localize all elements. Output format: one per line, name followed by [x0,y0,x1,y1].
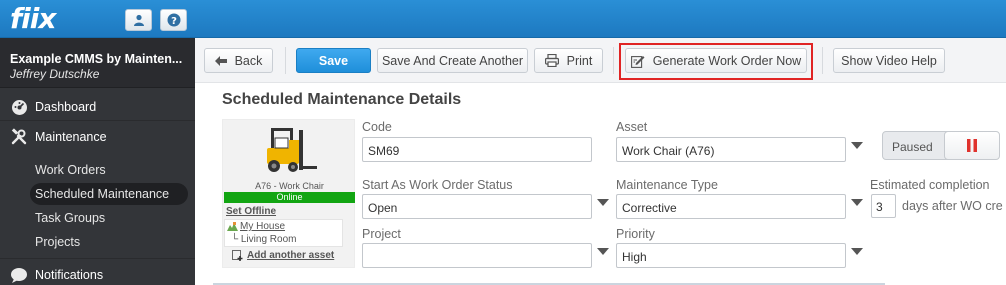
asset-select[interactable]: Work Chair (A76) [616,137,846,162]
pause-button[interactable] [944,131,1000,160]
priority-label: Priority [616,227,655,241]
page-title: Scheduled Maintenance Details [222,91,462,108]
status-select[interactable]: Open [362,194,592,219]
user-name: Jeffrey Dutschke [10,67,100,81]
sidebar-item-label: Notifications [35,268,104,282]
pause-icon [967,139,977,152]
status-label: Start As Work Order Status [362,178,513,192]
chevron-down-icon[interactable] [851,248,863,255]
sidebar: Example CMMS by Mainten... Jeffrey Dutsc… [0,38,195,285]
sublocation-text: Living Room [240,234,297,245]
code-field[interactable]: SM69 [362,137,592,162]
user-icon [133,14,144,26]
svg-text:?: ? [171,16,177,27]
company-name[interactable]: Example CMMS by Mainten... [10,52,190,66]
back-label: Back [234,53,263,68]
main-content: Scheduled Maintenance Details A76 - Work… [205,83,1006,285]
paused-toggle[interactable]: Paused [882,131,1000,160]
forklift-icon [267,128,317,172]
estimated-completion-field[interactable]: 3 [871,194,896,218]
print-label: Print [566,53,593,68]
estimated-completion-suffix: days after WO cre [902,199,1003,213]
fiix-logo[interactable]: fiix [10,2,56,35]
save-and-create-another-button[interactable]: Save And Create Another [377,48,528,73]
save-button[interactable]: Save [296,48,371,73]
add-asset-label: Add another asset [247,249,335,261]
set-offline-link[interactable]: Set Offline [226,206,276,217]
priority-select[interactable]: High [616,243,846,268]
add-another-asset-link[interactable]: Add another asset [232,249,334,261]
toolbar: Back Save Save And Create Another Print … [195,38,1006,83]
sidebar-item-label: Maintenance [35,130,107,144]
location-label: My House [240,221,286,232]
location-box: My House └ Living Room [224,219,343,247]
sidebar-item-label: Dashboard [35,100,97,114]
sidebar-item-scheduled-maintenance[interactable]: Scheduled Maintenance [30,183,188,205]
show-video-help-button[interactable]: Show Video Help [833,48,945,73]
dashboard-icon [10,98,28,116]
help-button[interactable]: ? [160,9,187,31]
project-label: Project [362,227,401,241]
chevron-down-icon[interactable] [597,248,609,255]
sidebar-item-maintenance[interactable]: Maintenance [0,125,195,149]
top-bar: fiix ? [0,0,1006,38]
estimated-completion-label: Estimated completion [870,178,990,192]
code-label: Code [362,120,392,134]
user-button[interactable] [125,9,152,31]
toolbar-divider [285,47,286,74]
paused-label: Paused [892,140,933,154]
asset-card: A76 - Work Chair Online Set Offline My H… [222,119,355,268]
project-select[interactable] [362,243,592,268]
toolbar-divider [613,47,614,74]
back-button[interactable]: Back [204,48,273,73]
toolbar-divider [822,47,823,74]
asset-label: Asset [616,120,648,134]
question-icon: ? [167,13,180,27]
chat-icon [10,266,28,284]
sidebar-item-dashboard[interactable]: Dashboard [0,95,195,119]
tools-icon [10,128,28,146]
sidebar-item-work-orders[interactable]: Work Orders [30,159,188,181]
chevron-down-icon[interactable] [851,199,863,206]
location-icon [227,222,238,231]
add-icon [232,250,243,261]
chevron-down-icon[interactable] [597,199,609,206]
highlight-box [619,43,813,80]
printer-icon [544,54,559,67]
asset-card-name: A76 - Work Chair [255,181,324,191]
sidebar-item-notifications[interactable]: Notifications [0,263,195,285]
maintenance-type-label: Maintenance Type [616,178,718,192]
maintenance-type-select[interactable]: Corrective [616,194,846,219]
status-badge: Online [224,192,355,203]
arrow-left-icon [214,55,227,66]
print-button[interactable]: Print [534,48,603,73]
divider [0,120,195,121]
sidebar-item-projects[interactable]: Projects [30,231,188,253]
location-link[interactable]: My House [227,221,285,232]
sidebar-header: Example CMMS by Mainten... Jeffrey Dutsc… [0,38,195,88]
divider [0,258,195,259]
sublocation-label: └ Living Room [231,234,297,245]
chevron-down-icon[interactable] [851,142,863,149]
sidebar-item-task-groups[interactable]: Task Groups [30,207,188,229]
